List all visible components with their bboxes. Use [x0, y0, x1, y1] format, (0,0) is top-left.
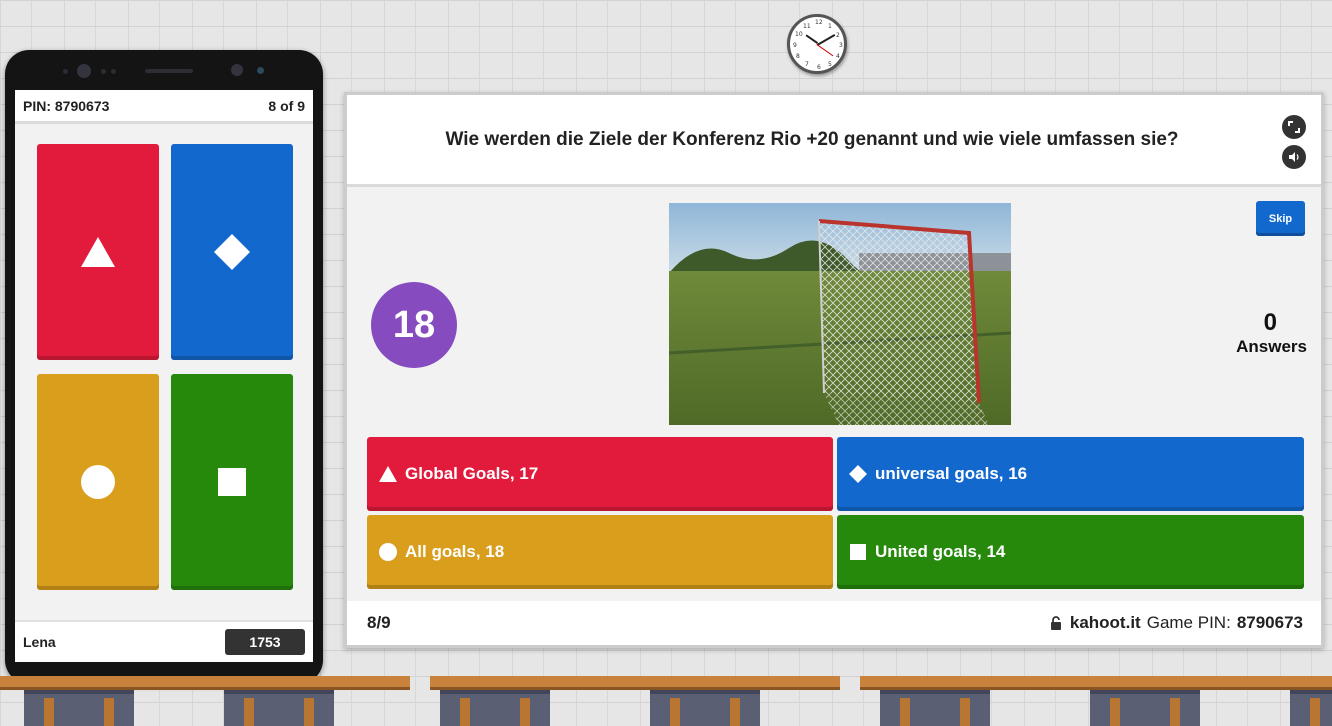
clock-number: 3 — [839, 42, 843, 49]
front-camera-icon — [77, 64, 91, 78]
clock-hour-hand — [805, 34, 819, 44]
game-pin-label: PIN: 8790673 — [23, 97, 110, 114]
answer-option-diamond[interactable]: universal goals, 16 — [837, 437, 1304, 511]
answer-tile-circle[interactable] — [37, 374, 159, 590]
phone-device: PIN: 8790673 8 of 9 Lena 1753 — [5, 50, 323, 684]
desk — [0, 676, 410, 690]
question-header: Wie werden die Ziele der Konferenz Rio +… — [347, 95, 1321, 187]
answer-tile-square[interactable] — [171, 374, 293, 590]
square-icon — [218, 468, 246, 496]
fullscreen-icon — [1288, 121, 1300, 133]
answer-tile-triangle[interactable] — [37, 144, 159, 360]
board-footer: 8/9 kahoot.it Game PIN: 8790673 — [347, 601, 1321, 645]
fullscreen-button[interactable] — [1282, 115, 1306, 139]
game-pin-value: 8790673 — [1236, 613, 1303, 632]
clock-number: 9 — [793, 42, 797, 49]
question-image — [669, 203, 1011, 425]
question-progress-footer: 8/9 — [367, 613, 391, 632]
clock-second-hand — [816, 44, 834, 57]
join-site: kahoot.it — [1069, 613, 1141, 632]
join-info: kahoot.it Game PIN: 8790673 — [1050, 613, 1303, 633]
phone-header: PIN: 8790673 8 of 9 — [15, 90, 313, 124]
clock-number: 12 — [815, 19, 823, 26]
field-goal-image — [669, 203, 1011, 425]
chair — [1090, 690, 1200, 726]
player-name: Lena — [23, 634, 56, 650]
lock-icon — [1050, 616, 1061, 630]
desk — [430, 676, 840, 690]
phone-screen: PIN: 8790673 8 of 9 Lena 1753 — [15, 90, 313, 662]
answer-option-circle[interactable]: All goals, 18 — [367, 515, 833, 589]
question-progress: 8 of 9 — [268, 97, 305, 114]
sensor-dot — [257, 67, 264, 74]
circle-icon — [377, 541, 399, 563]
answer-tile-diamond[interactable] — [171, 144, 293, 360]
clock-number: 8 — [796, 53, 800, 60]
triangle-icon — [377, 463, 399, 485]
chair — [650, 690, 760, 726]
answer-text: Global Goals, 17 — [405, 464, 539, 483]
diamond-icon — [214, 234, 250, 270]
answers-count-value: 0 — [1263, 309, 1277, 336]
clock-number: 4 — [836, 53, 840, 60]
diamond-icon — [847, 463, 869, 485]
answer-option-triangle[interactable]: Global Goals, 17 — [367, 437, 833, 511]
chair — [440, 690, 550, 726]
question-text: Wie werden die Ziele der Konferenz Rio +… — [445, 129, 1179, 150]
phone-speaker — [145, 69, 193, 73]
chair — [1290, 690, 1332, 726]
clock-number: 1 — [828, 23, 832, 30]
chair — [880, 690, 990, 726]
player-score: 1753 — [225, 629, 305, 655]
answer-text: universal goals, 16 — [875, 464, 1028, 483]
answers-count-label: Answers — [1236, 337, 1307, 356]
sensor-dot — [111, 69, 116, 74]
speaker-icon — [1289, 152, 1299, 162]
chair — [224, 690, 334, 726]
sensor-icon — [231, 64, 243, 76]
countdown-timer: 18 — [371, 282, 457, 368]
clock-number: 2 — [836, 32, 840, 39]
game-pin-caption: Game PIN: — [1146, 613, 1231, 632]
answer-option-square[interactable]: United goals, 14 — [837, 515, 1304, 589]
desk — [860, 676, 1332, 690]
wall-clock: 12 1 2 3 4 5 6 7 8 9 10 11 — [787, 14, 847, 74]
phone-footer: Lena 1753 — [15, 620, 313, 662]
square-icon — [847, 541, 869, 563]
phone-top-bezel — [5, 50, 323, 90]
answers-counter: 0 Answers — [1207, 309, 1307, 357]
sensor-dot — [101, 69, 106, 74]
triangle-icon — [81, 237, 115, 267]
clock-minute-hand — [817, 34, 836, 46]
sound-button[interactable] — [1282, 145, 1306, 169]
answer-text: United goals, 14 — [875, 542, 1006, 561]
skip-button[interactable]: Skip — [1256, 201, 1305, 236]
game-board: Wie werden die Ziele der Konferenz Rio +… — [344, 92, 1324, 648]
chair — [24, 690, 134, 726]
clock-number: 11 — [803, 23, 811, 30]
clock-number: 7 — [805, 61, 809, 68]
classroom-desks — [0, 668, 1332, 726]
clock-number: 5 — [828, 61, 832, 68]
answer-text: All goals, 18 — [405, 542, 505, 561]
circle-icon — [81, 465, 115, 499]
clock-number: 6 — [817, 64, 821, 71]
clock-number: 10 — [795, 31, 803, 38]
sensor-dot — [63, 69, 68, 74]
